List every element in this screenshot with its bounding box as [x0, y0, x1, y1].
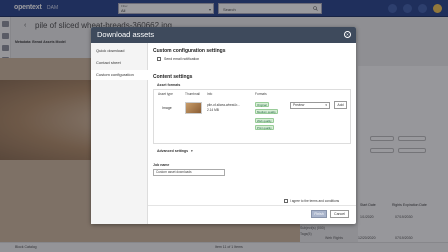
finish-button[interactable]: Finish — [311, 210, 327, 218]
format-chip[interactable]: Web quality — [255, 118, 274, 123]
asset-thumbnail — [185, 102, 202, 114]
job-name-input[interactable]: Custom asset downloads — [153, 169, 225, 176]
format-select[interactable]: Preview ▾ — [290, 102, 330, 109]
asset-size: 2.14 MB — [207, 108, 219, 112]
close-icon[interactable]: × — [344, 31, 351, 38]
chevron-down-icon[interactable]: ▾ — [191, 149, 193, 153]
column-header: Asset type — [158, 92, 173, 96]
custom-config-title: Custom configuration settings — [153, 48, 226, 54]
send-email-checkbox[interactable] — [157, 57, 161, 61]
job-name-label: Job name — [153, 163, 170, 167]
asset-formats-table: Asset type Thumbnail Info Formats Image … — [153, 89, 351, 144]
format-select-value: Preview — [293, 103, 305, 107]
terms-checkbox[interactable] — [284, 199, 288, 203]
send-email-label: Send email notification — [164, 57, 200, 61]
dialog-header: Download assets × — [91, 27, 356, 43]
terms-label: I agree to the terms and conditions — [290, 199, 340, 203]
asset-type: Image — [162, 106, 172, 110]
format-chip[interactable]: Medium quality — [255, 109, 278, 114]
chevron-down-icon: ▾ — [325, 103, 327, 107]
column-header: Thumbnail — [185, 92, 200, 96]
advanced-settings-toggle[interactable]: Advanced settings — [157, 149, 188, 153]
column-header: Info — [207, 92, 213, 96]
asset-formats-label: Asset formats — [157, 83, 181, 87]
column-header: Formats — [255, 92, 267, 96]
dialog-nav: Quick download Contact sheet Custom conf… — [91, 43, 149, 224]
nav-custom-configuration[interactable]: Custom configuration — [91, 70, 149, 80]
content-settings-title: Content settings — [153, 74, 193, 80]
nav-quick-download[interactable]: Quick download — [91, 46, 148, 56]
cancel-button[interactable]: Cancel — [330, 210, 349, 218]
download-assets-dialog: Download assets × Quick download Contact… — [91, 27, 356, 224]
format-chip[interactable]: Original — [255, 102, 269, 107]
asset-filename: pile-of-slicea-wheat-b... — [207, 103, 240, 107]
dialog-title: Download assets — [97, 30, 155, 39]
nav-contact-sheet[interactable]: Contact sheet — [91, 58, 148, 68]
format-chip[interactable]: Print quality — [255, 125, 274, 130]
add-format-button[interactable]: Add — [334, 101, 347, 109]
